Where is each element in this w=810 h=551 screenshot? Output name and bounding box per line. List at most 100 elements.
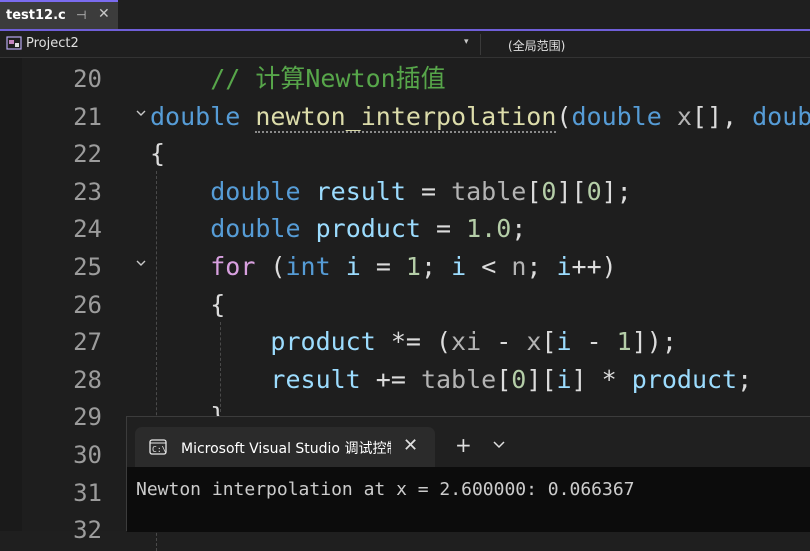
code-token: 0: [511, 364, 527, 394]
file-tab-test12[interactable]: test12.c ⊣ ✕: [0, 0, 118, 29]
project-dropdown[interactable]: Project2 ▾: [2, 34, 481, 55]
scope-dropdown[interactable]: (全局范围): [490, 34, 808, 55]
code-line[interactable]: 24 double product = 1.0;: [0, 210, 810, 248]
line-number: 29: [73, 403, 102, 432]
code-token: ;: [526, 252, 557, 281]
document-tab-bar: test12.c ⊣ ✕: [0, 0, 810, 31]
code-token: =: [420, 214, 467, 244]
code-token: product: [315, 214, 421, 244]
code-line[interactable]: 27 product *= (xi - x[i - 1]);: [0, 323, 810, 361]
code-line[interactable]: 26 {: [0, 286, 810, 324]
fold-chevron-icon[interactable]: [134, 106, 148, 120]
code-token: double: [150, 101, 241, 131]
console-tab[interactable]: C:\ Microsoft Visual Studio 调试控制台 ✕: [135, 427, 435, 467]
chevron-down-icon[interactable]: ▾: [464, 37, 469, 47]
file-tab-label: test12.c: [6, 8, 66, 23]
code-text: {: [150, 286, 225, 324]
code-token: 1: [616, 327, 632, 357]
code-token: ] *: [571, 364, 632, 394]
code-token: ;: [737, 364, 753, 394]
code-token: result: [270, 364, 361, 394]
close-icon[interactable]: ✕: [403, 435, 418, 456]
code-token: +=: [360, 364, 421, 394]
code-token: ;: [511, 214, 527, 244]
code-token: ];: [601, 176, 632, 206]
code-token: n: [511, 252, 527, 281]
code-token: x: [676, 101, 692, 131]
code-line[interactable]: 20 // 计算Newton插值: [0, 60, 810, 98]
code-text: for (int i = 1; i < n; i++): [150, 248, 617, 286]
navigation-bar: Project2 ▾ (全局范围): [0, 31, 810, 58]
code-token: ][: [556, 176, 587, 206]
code-text: product *= (xi - x[i - 1]);: [150, 323, 677, 361]
terminal-icon: C:\: [149, 439, 167, 455]
code-token: table: [420, 364, 497, 394]
line-number: 22: [73, 140, 102, 169]
debug-console-window[interactable]: C:\ Microsoft Visual Studio 调试控制台 ✕ + Ne…: [126, 416, 810, 532]
code-token: 1.0: [466, 214, 512, 244]
line-number: 20: [73, 65, 102, 93]
code-token: ++): [571, 252, 617, 281]
code-token: ;: [420, 252, 452, 281]
line-number: 27: [73, 328, 102, 357]
code-line[interactable]: 28 result += table[0][i] * product;: [0, 361, 810, 399]
code-line[interactable]: 22 {: [0, 135, 810, 173]
line-number: 31: [73, 478, 102, 507]
code-token: double: [210, 176, 301, 206]
code-token: double: [571, 101, 662, 131]
line-number: 21: [73, 102, 102, 131]
scope-label: (全局范围): [508, 39, 566, 53]
line-number: 26: [73, 290, 102, 319]
code-token: {: [150, 289, 226, 319]
code-token: [: [496, 364, 512, 394]
new-tab-button[interactable]: +: [455, 433, 472, 457]
line-number: 28: [73, 365, 102, 394]
code-token: i: [556, 252, 572, 281]
code-token: 0: [586, 176, 602, 206]
line-number: 24: [73, 215, 102, 244]
code-token: [: [541, 327, 557, 357]
console-output-line: Newton interpolation at x = 2.600000: 0.…: [136, 479, 635, 500]
code-line[interactable]: 23 double result = table[0][0];: [0, 173, 810, 211]
code-token: i: [556, 364, 572, 394]
code-text: result += table[0][i] * product;: [150, 361, 752, 399]
chevron-down-icon[interactable]: [493, 439, 505, 452]
code-token: x: [526, 327, 542, 357]
code-token: [],: [691, 101, 753, 131]
code-token: -: [481, 327, 527, 357]
code-token: i: [345, 252, 361, 281]
pin-icon[interactable]: ⊣: [76, 8, 86, 22]
code-token: <: [466, 252, 512, 281]
code-token: product: [270, 327, 376, 357]
code-token: int: [285, 252, 331, 281]
code-token: ]);: [631, 327, 677, 357]
code-token: (: [255, 252, 286, 281]
code-token: result: [315, 176, 406, 206]
code-token: (: [556, 101, 572, 131]
code-text: {: [150, 135, 165, 173]
code-token: 0: [541, 176, 557, 206]
console-tab-title: Microsoft Visual Studio 调试控制台: [181, 441, 391, 457]
code-token: // 计算Newton插值: [210, 64, 446, 93]
code-token: *= (: [375, 327, 452, 357]
svg-text:C:\: C:\: [152, 445, 167, 454]
code-token: product: [631, 364, 738, 394]
code-token: {: [150, 139, 166, 169]
close-icon[interactable]: ✕: [98, 6, 110, 22]
code-line[interactable]: 25 for (int i = 1; i < n; i++): [0, 248, 810, 286]
code-token: 1: [405, 252, 421, 281]
fold-chevron-icon[interactable]: [134, 256, 148, 270]
code-text: // 计算Newton插值: [150, 60, 446, 98]
console-tab-bar: C:\ Microsoft Visual Studio 调试控制台 ✕ +: [127, 417, 810, 467]
code-line[interactable]: 21 double newton_interpolation(double x[]…: [0, 98, 810, 136]
